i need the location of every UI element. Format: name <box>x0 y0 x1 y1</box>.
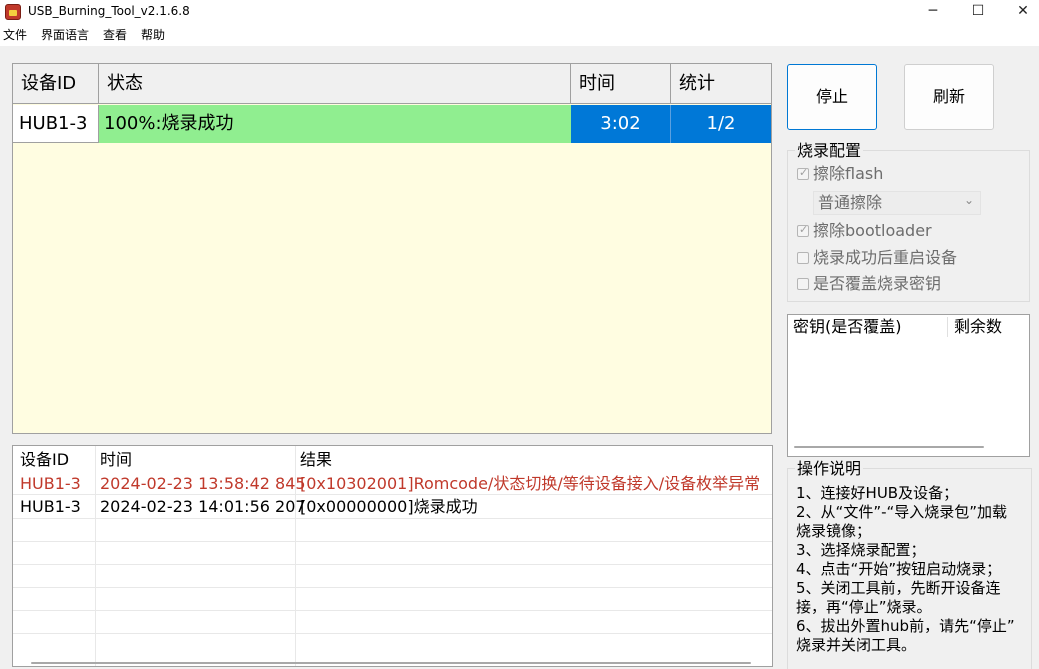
grid-cell-count[interactable]: 1/2 <box>671 105 771 143</box>
stop-button[interactable]: 停止 <box>787 64 877 130</box>
instruction-line: 1、连接好HUB及设备； <box>796 484 959 502</box>
log-row-result[interactable]: [0x00000000]烧录成功 <box>300 497 478 517</box>
log-row-time[interactable]: 2024-02-23 13:58:42 845 <box>100 474 306 494</box>
instruction-line: 烧录并关闭工具。 <box>796 636 917 654</box>
log-row-divider <box>13 494 772 495</box>
log-header-result[interactable]: 结果 <box>300 450 332 470</box>
chevron-down-icon: ⌄ <box>964 193 975 207</box>
log-row-result[interactable]: [0x10302001]Romcode/状态切换/等待设备接入/设备枚举异常 <box>300 474 760 494</box>
erase-mode-select[interactable]: 普通擦除 <box>813 191 981 215</box>
key-column-divider <box>947 317 948 337</box>
horizontal-scrollbar[interactable] <box>31 662 751 664</box>
menu-help[interactable]: 帮助 <box>141 28 165 42</box>
log-row-device-id[interactable]: HUB1-3 <box>20 497 81 517</box>
grid-header-time[interactable]: 时间 <box>571 64 671 104</box>
reboot-after-checkbox[interactable] <box>797 252 809 264</box>
log-row-divider <box>13 587 772 588</box>
key-header-remaining[interactable]: 剩余数 <box>954 315 1003 339</box>
overwrite-key-label: 是否覆盖烧录密钥 <box>813 274 942 293</box>
log-row-divider <box>13 541 772 542</box>
log-row-divider <box>13 633 772 634</box>
erase-bootloader-checkbox[interactable] <box>797 223 809 237</box>
minimize-button[interactable]: ─ <box>910 0 956 24</box>
grid-cell-device-id[interactable]: HUB1-3 <box>13 105 99 143</box>
instruction-line: 烧录镜像； <box>796 522 872 540</box>
log-row-divider <box>13 518 772 519</box>
log-row-divider <box>13 564 772 565</box>
maximize-button[interactable]: ☐ <box>955 0 1001 24</box>
refresh-button[interactable]: 刷新 <box>904 64 994 130</box>
grid-header-count[interactable]: 统计 <box>671 64 771 104</box>
log-header-time[interactable]: 时间 <box>100 450 132 470</box>
erase-bootloader-label: 擦除bootloader <box>813 221 932 240</box>
log-header-device-id[interactable]: 设备ID <box>20 450 69 470</box>
log-row-divider <box>13 610 772 611</box>
app-icon <box>5 4 21 20</box>
instruction-line: 5、关闭工具前，先断开设备连 <box>796 579 1001 597</box>
horizontal-scrollbar[interactable] <box>794 446 984 448</box>
grid-cell-time[interactable]: 3:02 <box>571 105 671 143</box>
key-table[interactable]: 密钥(是否覆盖) 剩余数 <box>787 314 1030 457</box>
device-grid[interactable]: 设备ID 状态 时间 统计 HUB1-3 100%:烧录成功 3:02 1/2 <box>12 63 772 434</box>
log-row-time[interactable]: 2024-02-23 14:01:56 207 <box>100 497 306 517</box>
instruction-line: 3、选择烧录配置； <box>796 541 926 559</box>
grid-header-status[interactable]: 状态 <box>99 64 571 104</box>
grid-cell-status[interactable]: 100%:烧录成功 <box>99 105 571 143</box>
log-row-device-id[interactable]: HUB1-3 <box>20 474 81 494</box>
menu-file[interactable]: 文件 <box>3 28 27 42</box>
key-header-key[interactable]: 密钥(是否覆盖) <box>793 315 902 339</box>
instructions-title: 操作说明 <box>795 459 864 479</box>
overwrite-key-checkbox[interactable] <box>797 278 809 290</box>
grid-header-device-id[interactable]: 设备ID <box>13 64 99 104</box>
window-title: USB_Burning_Tool_v2.1.6.8 <box>28 4 190 18</box>
erase-flash-checkbox[interactable] <box>797 166 809 180</box>
instruction-line: 6、拔出外置hub前，请先“停止” <box>796 617 1015 635</box>
instruction-line: 4、点击“开始”按钮启动烧录； <box>796 560 1002 578</box>
close-button[interactable]: ✕ <box>1000 0 1039 24</box>
reboot-after-label: 烧录成功后重启设备 <box>813 248 958 267</box>
menu-view[interactable]: 查看 <box>103 28 127 42</box>
erase-flash-label: 擦除flash <box>813 164 884 183</box>
burn-config-title: 烧录配置 <box>795 141 864 161</box>
menu-language[interactable]: 界面语言 <box>41 28 89 42</box>
log-table[interactable]: 设备ID 时间 结果 HUB1-3 2024-02-23 13:58:42 84… <box>12 445 773 667</box>
instruction-line: 接，再“停止”烧录。 <box>796 598 932 616</box>
instruction-line: 2、从“文件”-“导入烧录包”加载 <box>796 503 1008 521</box>
